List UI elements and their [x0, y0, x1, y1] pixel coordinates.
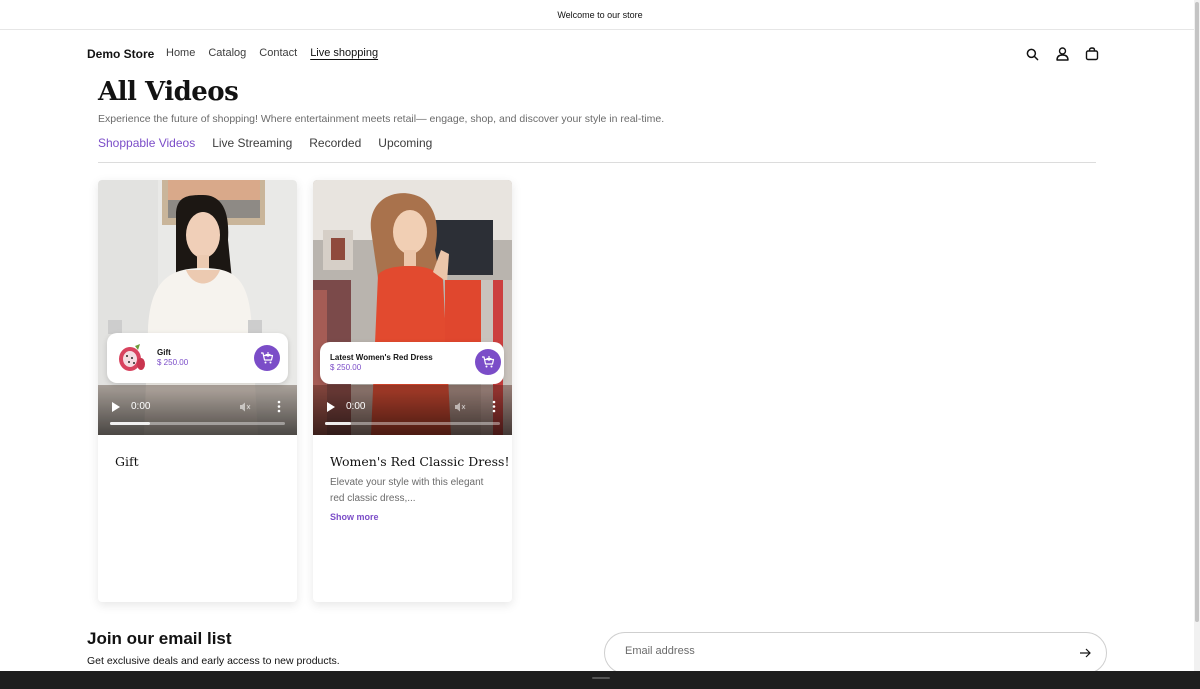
nav-contact[interactable]: Contact	[259, 47, 297, 59]
store-logo[interactable]: Demo Store	[87, 47, 154, 61]
add-to-cart-button[interactable]	[254, 345, 280, 371]
tab-live-streaming[interactable]: Live Streaming	[212, 136, 292, 150]
add-to-cart-icon	[482, 356, 495, 368]
newsletter-form	[604, 632, 1107, 674]
video-controls: 0:00	[313, 385, 512, 435]
video-time: 0:00	[346, 401, 366, 412]
tab-upcoming[interactable]: Upcoming	[378, 136, 432, 150]
announcement-bar: Welcome to our store	[0, 0, 1200, 30]
bottom-bar	[0, 671, 1200, 689]
video-card: Latest Women's Red Dress $ 250.00 0:00 W…	[313, 180, 512, 602]
play-icon[interactable]	[327, 402, 335, 412]
nav-live-shopping[interactable]: Live shopping	[310, 47, 378, 59]
email-input[interactable]	[625, 645, 1045, 657]
tabs-divider	[98, 162, 1096, 163]
more-options-icon[interactable]	[277, 400, 281, 413]
newsletter-title: Join our email list	[87, 629, 232, 648]
play-icon[interactable]	[112, 402, 120, 412]
cart-bag-icon[interactable]	[1084, 46, 1100, 62]
page-title: All Videos	[98, 77, 239, 107]
video-progress-bar[interactable]	[325, 422, 500, 425]
arrow-right-icon[interactable]	[1078, 646, 1092, 660]
page-subtitle: Experience the future of shopping! Where…	[98, 113, 665, 125]
product-thumbnail	[119, 344, 145, 371]
video-controls: 0:00	[98, 385, 297, 435]
tab-shoppable-videos[interactable]: Shoppable Videos	[98, 136, 195, 150]
video-player[interactable]: Gift $ 250.00 0:00	[98, 180, 297, 435]
video-title: Women's Red Classic Dress!	[330, 454, 510, 469]
video-progress-fill	[325, 422, 352, 425]
main-nav: Home Catalog Contact Live shopping	[166, 47, 391, 59]
video-card: Gift $ 250.00 0:00 Gift	[98, 180, 297, 602]
product-price: $ 250.00	[157, 358, 189, 367]
video-title: Gift	[115, 454, 139, 469]
product-name: Gift	[157, 348, 171, 357]
scrollbar-thumb[interactable]	[1195, 2, 1199, 622]
video-progress-fill	[110, 422, 151, 425]
video-description: Elevate your style with this elegant red…	[330, 477, 484, 504]
newsletter-subtitle: Get exclusive deals and early access to …	[87, 655, 340, 667]
announcement-text: Welcome to our store	[557, 9, 643, 20]
product-overlay[interactable]: Gift $ 250.00	[107, 333, 288, 383]
video-time: 0:00	[131, 401, 151, 412]
tab-recorded[interactable]: Recorded	[309, 136, 361, 150]
video-player[interactable]: Latest Women's Red Dress $ 250.00 0:00	[313, 180, 512, 435]
video-progress-bar[interactable]	[110, 422, 285, 425]
account-icon[interactable]	[1054, 46, 1070, 62]
video-tabs: Shoppable Videos Live Streaming Recorded…	[98, 136, 449, 150]
nav-catalog[interactable]: Catalog	[208, 47, 246, 59]
product-name: Latest Women's Red Dress	[330, 353, 433, 362]
more-options-icon[interactable]	[492, 400, 496, 413]
page-scrollbar[interactable]	[1194, 0, 1200, 671]
header-actions	[1024, 46, 1100, 62]
search-icon[interactable]	[1024, 46, 1040, 62]
product-overlay[interactable]: Latest Women's Red Dress $ 250.00	[320, 342, 504, 384]
add-to-cart-button[interactable]	[475, 349, 501, 375]
product-price: $ 250.00	[330, 363, 362, 372]
mute-icon[interactable]	[239, 401, 251, 413]
show-more-link[interactable]: Show more	[330, 512, 379, 522]
bottom-handle[interactable]	[592, 677, 610, 679]
nav-home[interactable]: Home	[166, 47, 195, 59]
add-to-cart-icon	[261, 352, 274, 364]
site-header: Demo Store Home Catalog Contact Live sho…	[0, 30, 1200, 78]
mute-icon[interactable]	[454, 401, 466, 413]
